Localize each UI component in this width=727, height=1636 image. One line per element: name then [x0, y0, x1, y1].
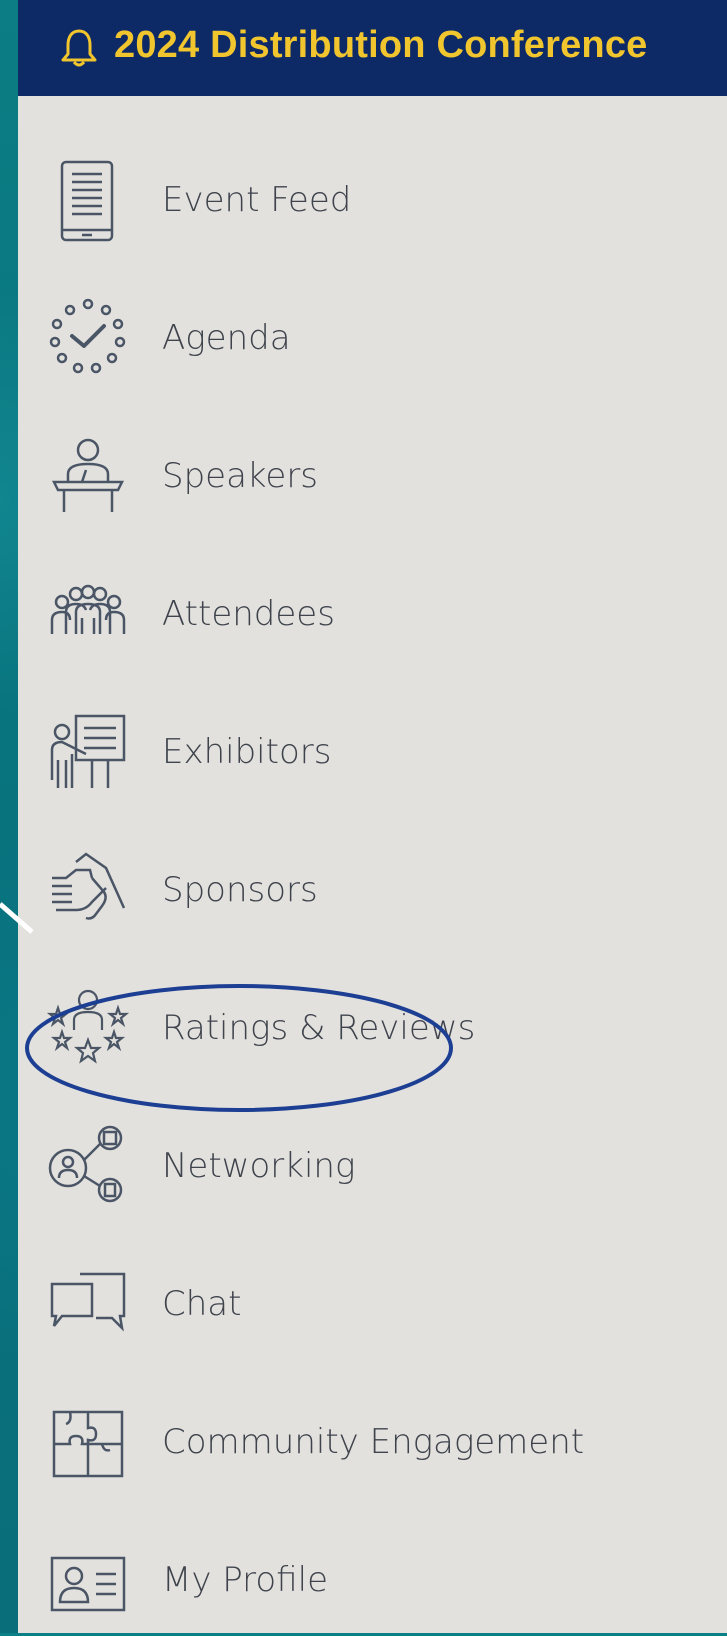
tablet-icon [46, 158, 130, 242]
presentation-board-icon [46, 710, 130, 794]
conference-title: 2024 Distribution Conference [114, 24, 648, 66]
handshake-icon [46, 848, 130, 932]
menu-item-label: Networking [162, 1146, 356, 1186]
menu-item-community-engagement[interactable]: Community Engagement [18, 1378, 727, 1498]
podium-speaker-icon [46, 434, 130, 518]
menu-item-agenda[interactable]: Agenda [18, 274, 727, 394]
menu-item-label: Agenda [162, 318, 291, 358]
menu-item-label: My Profile [162, 1560, 328, 1600]
menu-item-sponsors[interactable]: Sponsors [18, 826, 727, 946]
menu-item-label: Ratings & Reviews [162, 1008, 476, 1048]
menu-item-label: Event Feed [162, 180, 352, 220]
menu-item-label: Sponsors [162, 870, 318, 910]
network-people-icon [46, 1124, 130, 1208]
menu-item-chat[interactable]: Chat [18, 1240, 727, 1360]
app-header: 2024 Distribution Conference [18, 0, 727, 96]
menu-item-ratings-reviews[interactable]: Ratings & Reviews [18, 964, 727, 1084]
menu-item-event-feed[interactable]: Event Feed [18, 136, 727, 256]
id-card-icon [46, 1538, 130, 1622]
menu-item-label: Speakers [162, 456, 319, 496]
menu-item-attendees[interactable]: Attendees [18, 550, 727, 670]
menu-item-label: Exhibitors [162, 732, 332, 772]
menu-item-exhibitors[interactable]: Exhibitors [18, 688, 727, 808]
people-group-icon [46, 572, 130, 656]
clock-check-icon [46, 296, 130, 380]
menu-item-speakers[interactable]: Speakers [18, 412, 727, 532]
bell-icon[interactable] [60, 28, 98, 68]
menu-item-networking[interactable]: Networking [18, 1102, 727, 1222]
menu-item-label: Attendees [162, 594, 335, 634]
menu-item-my-profile[interactable]: My Profile [18, 1516, 727, 1636]
puzzle-icon [46, 1400, 130, 1484]
menu-item-label: Chat [162, 1284, 242, 1324]
menu-item-label: Community Engagement [162, 1422, 585, 1462]
chat-bubbles-icon [46, 1262, 130, 1346]
person-stars-icon [46, 986, 130, 1070]
